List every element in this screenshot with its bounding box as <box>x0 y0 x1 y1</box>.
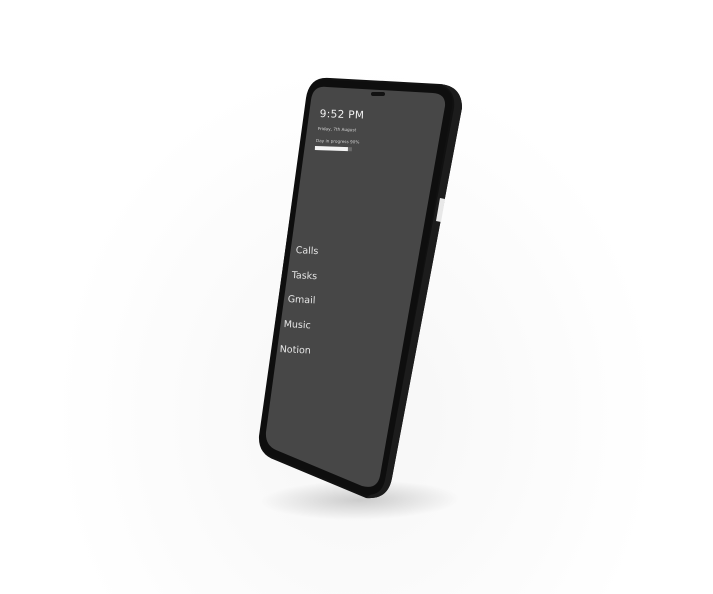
day-progress-bar <box>314 146 352 152</box>
scene: 9:52 PM Friday, 7th August Day in progre… <box>0 0 713 594</box>
launcher-screen: 9:52 PM Friday, 7th August Day in progre… <box>0 0 713 594</box>
app-item-gmail[interactable]: Gmail <box>287 294 315 306</box>
clock-time: 9:52 PM <box>319 108 365 122</box>
day-progress-fill <box>314 146 349 152</box>
app-item-notion[interactable]: Notion <box>279 344 311 357</box>
day-progress-label: Day in progress 90% <box>315 138 360 145</box>
app-item-calls[interactable]: Calls <box>295 245 318 257</box>
date-text: Friday, 7th August <box>317 126 357 133</box>
app-item-tasks[interactable]: Tasks <box>291 270 317 282</box>
app-item-music[interactable]: Music <box>283 319 311 331</box>
